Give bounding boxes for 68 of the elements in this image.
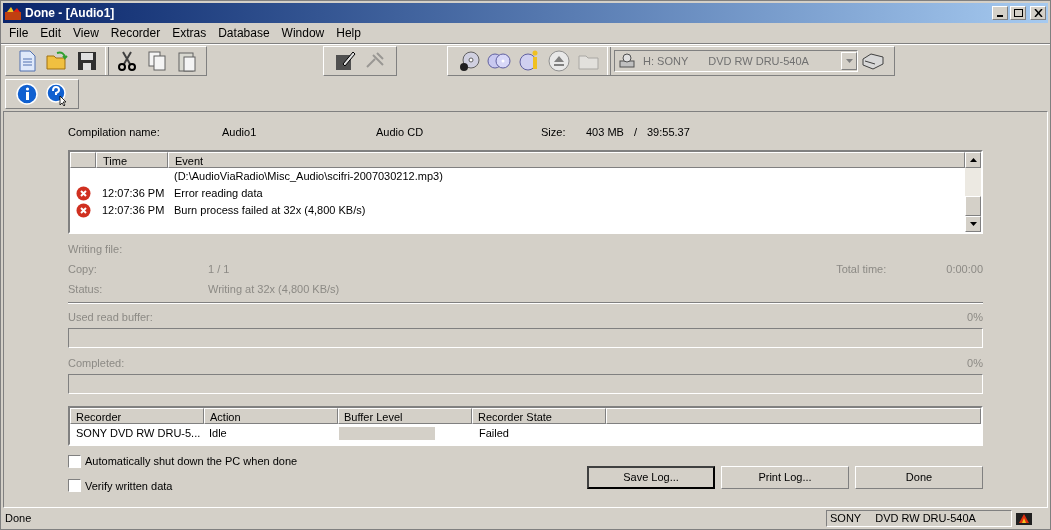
- column-header[interactable]: Event: [168, 152, 965, 168]
- column-header[interactable]: [70, 152, 96, 168]
- read-buffer-percent: 0%: [967, 309, 983, 325]
- menu-item[interactable]: View: [67, 24, 105, 42]
- menu-item[interactable]: Database: [212, 24, 276, 42]
- menu-item[interactable]: Extras: [166, 24, 213, 42]
- dialog-button[interactable]: Save Log...: [587, 466, 715, 489]
- log-event: Burn process failed at 32x (4,800 KB/s): [174, 203, 366, 219]
- minimize-button[interactable]: [992, 6, 1008, 20]
- scroll-up-icon[interactable]: [969, 158, 977, 162]
- total-time-label: Total time:: [836, 261, 887, 277]
- app-logo-icon: [5, 6, 21, 20]
- status-drive-vendor: SONY: [830, 510, 862, 526]
- read-buffer-label: Used read buffer:: [68, 309, 153, 325]
- log-time: 12:07:36 PM: [102, 204, 165, 217]
- menu-item[interactable]: Help: [330, 24, 367, 42]
- close-button[interactable]: [1030, 6, 1046, 20]
- compilation-type: Audio CD: [376, 124, 425, 140]
- log-event: Error reading data: [174, 186, 263, 202]
- table-cell-text: Failed: [478, 425, 509, 441]
- log-time: 12:07:36 PM: [102, 187, 165, 200]
- checkbox[interactable]: [68, 479, 81, 493]
- status-text: Done: [5, 510, 32, 526]
- menu-item[interactable]: File: [3, 24, 35, 42]
- duration-value: 39:55.37: [647, 124, 690, 140]
- menu-item[interactable]: Window: [275, 24, 331, 42]
- drive-model: DVD RW DRU-540A: [708, 53, 809, 69]
- status-drive-model: DVD RW DRU-540A: [875, 510, 976, 526]
- maximize-icon: [1013, 9, 1023, 17]
- copy-value: 1 / 1: [208, 261, 230, 277]
- size-label: Size:: [541, 124, 567, 140]
- window-title: Done - [Audio1]: [25, 5, 115, 22]
- writing-file-label: Writing file:: [68, 241, 123, 257]
- table-cell-text: Idle: [208, 425, 228, 441]
- status-value: Writing at 32x (4,800 KB/s): [208, 281, 340, 297]
- menu-item[interactable]: Recorder: [104, 24, 167, 42]
- size-value: 403 MB: [586, 124, 624, 140]
- menu-item[interactable]: Edit: [34, 24, 68, 42]
- size-separator: /: [633, 124, 637, 140]
- drive-letter: H: SONY: [643, 53, 689, 69]
- column-header[interactable]: [606, 408, 981, 424]
- scrollbar[interactable]: [965, 152, 981, 232]
- table-cell-text: SONY DVD RW DRU-5...: [75, 425, 202, 441]
- completed-label: Completed:: [68, 355, 125, 371]
- error-icon: [75, 203, 91, 218]
- dialog-button[interactable]: Done: [855, 466, 983, 489]
- column-header[interactable]: Time: [96, 152, 168, 168]
- log-event: (D:\AudioViaRadio\Misc_Audio\scifri-2007030212.mp3): [174, 169, 443, 185]
- column-header[interactable]: Recorder: [70, 408, 204, 424]
- dialog-button[interactable]: Print Log...: [721, 466, 849, 489]
- checkbox-label[interactable]: Automatically shut down the PC when done: [85, 453, 298, 470]
- checkbox-label[interactable]: Verify written data: [85, 477, 173, 494]
- total-time-value: 0:00:00: [946, 261, 983, 277]
- completed-percent: 0%: [967, 355, 983, 371]
- column-header[interactable]: Recorder State: [472, 408, 606, 424]
- close-icon: [1033, 9, 1043, 17]
- maximize-button[interactable]: [1010, 6, 1026, 20]
- column-header[interactable]: Buffer Level: [338, 408, 472, 424]
- scroll-down-icon[interactable]: [969, 222, 977, 226]
- status-label: Status:: [68, 281, 104, 297]
- compilation-name-label: Compilation name:: [68, 124, 161, 140]
- compilation-name: Audio1: [222, 124, 258, 140]
- copy-label: Copy:: [68, 261, 98, 277]
- error-icon: [75, 186, 91, 201]
- column-header[interactable]: Action: [204, 408, 338, 424]
- flame-icon: [1016, 511, 1032, 525]
- checkbox[interactable]: [68, 454, 81, 468]
- drive-icon: [619, 53, 637, 69]
